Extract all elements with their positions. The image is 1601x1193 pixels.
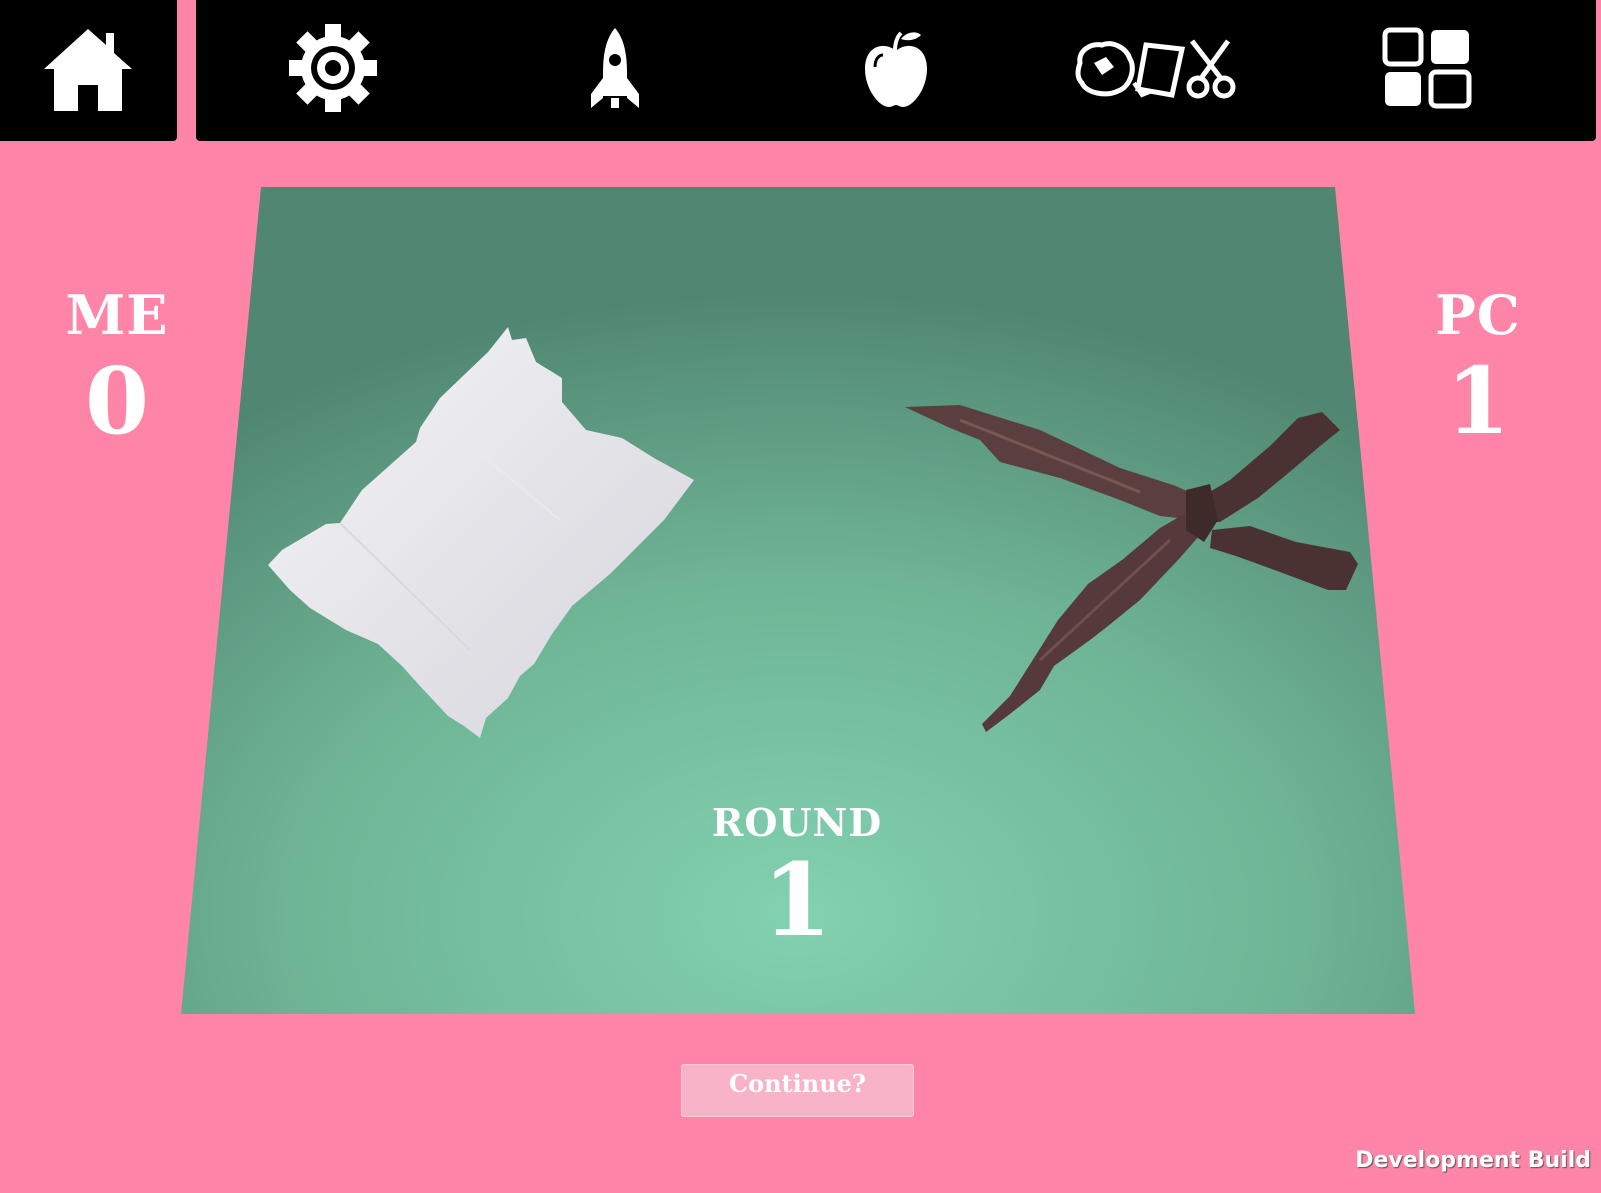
player-score-value: 0	[84, 347, 149, 455]
player-score-label: ME	[65, 283, 169, 347]
pc-score-value: 1	[1445, 347, 1510, 455]
development-build-label: Development Build	[1355, 1148, 1591, 1173]
continue-button[interactable]: Continue?	[681, 1064, 914, 1117]
pc-score-label: PC	[1435, 283, 1521, 347]
game-table	[181, 187, 1415, 1014]
round-label: ROUND	[711, 800, 883, 845]
round-value: 1	[762, 841, 832, 959]
continue-button-label: Continue?	[729, 1069, 866, 1098]
